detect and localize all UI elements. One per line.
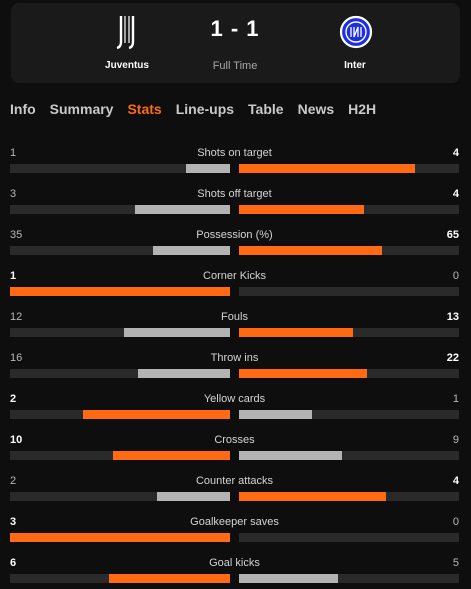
tab-h2h[interactable]: H2H — [348, 101, 376, 121]
inter-logo-icon[interactable] — [336, 12, 376, 52]
stat-away-value: 4 — [452, 147, 459, 159]
stat-home-bar-fill — [82, 410, 230, 419]
stat-away-bar-fill — [239, 492, 387, 501]
stat-label: Shots off target — [197, 188, 272, 200]
stat-row-throw-ins: 16 Throw ins 22 — [10, 349, 459, 390]
match-scorecard: 1 - 1 Juventus Full Time Inter — [11, 3, 460, 83]
stat-label: Possession (%) — [196, 229, 273, 241]
juventus-logo-icon[interactable] — [108, 12, 148, 52]
stat-away-bar-fill — [239, 164, 415, 173]
stat-label: Crosses — [214, 434, 255, 446]
stat-home-bar — [10, 451, 230, 460]
stat-row-goalkeeper-saves: 3 Goalkeeper saves 0 — [10, 513, 459, 554]
stat-row-counter-attacks: 2 Counter attacks 4 — [10, 472, 459, 513]
stat-home-bar-fill — [10, 287, 230, 296]
stat-home-bar — [10, 287, 230, 296]
stat-home-bar-fill — [10, 533, 230, 542]
stat-row-yellow-cards: 2 Yellow cards 1 — [10, 390, 459, 431]
stat-away-value: 1 — [452, 393, 459, 405]
tab-summary[interactable]: Summary — [50, 101, 114, 121]
stat-home-bar — [10, 492, 230, 501]
stat-label: Goal kicks — [209, 557, 260, 569]
home-team-name[interactable]: Juventus — [67, 60, 187, 71]
stat-away-bar-fill — [239, 451, 343, 460]
tab-news[interactable]: News — [298, 101, 335, 121]
tab-line-ups[interactable]: Line-ups — [176, 101, 234, 121]
tab-info[interactable]: Info — [10, 101, 36, 121]
stats-list: 1 Shots on target 4 3 Shots off target 4 35 Pos… — [10, 144, 459, 589]
home-score: 1 — [210, 16, 224, 41]
stat-away-bar-fill — [239, 574, 338, 583]
stat-away-bar-fill — [239, 369, 367, 378]
stat-away-value: 13 — [446, 311, 459, 323]
tab-table[interactable]: Table — [248, 101, 284, 121]
stat-label: Goalkeeper saves — [190, 516, 279, 528]
stat-home-bar — [10, 410, 230, 419]
score-separator: - — [223, 16, 247, 41]
stat-home-bar-fill — [135, 205, 230, 214]
stat-away-bar — [239, 205, 459, 214]
stat-row-possession: 35 Possession (%) 65 — [10, 226, 459, 267]
stat-away-bar-fill — [239, 205, 365, 214]
stat-label: Corner Kicks — [203, 270, 266, 282]
stat-away-bar-fill — [239, 410, 312, 419]
away-score: 1 — [246, 16, 260, 41]
stat-away-bar — [239, 328, 459, 337]
stat-home-bar — [10, 533, 230, 542]
match-score: 1 - 1 — [175, 16, 295, 42]
stat-away-bar-fill — [239, 246, 382, 255]
tab-stats[interactable]: Stats — [127, 101, 161, 121]
stat-home-bar — [10, 328, 230, 337]
stat-away-bar — [239, 369, 459, 378]
stat-home-bar-fill — [109, 574, 230, 583]
stat-home-bar — [10, 205, 230, 214]
stat-away-bar — [239, 451, 459, 460]
stat-away-bar — [239, 492, 459, 501]
stat-home-bar-fill — [186, 164, 230, 173]
stat-away-value: 9 — [452, 434, 459, 446]
stat-label: Fouls — [221, 311, 248, 323]
stat-away-bar — [239, 246, 459, 255]
stat-row-goal-kicks: 6 Goal kicks 5 — [10, 554, 459, 589]
stat-away-bar — [239, 533, 459, 542]
stat-away-value: 65 — [446, 229, 459, 241]
stat-away-bar — [239, 574, 459, 583]
stat-label: Counter attacks — [195, 475, 274, 487]
stat-home-bar — [10, 574, 230, 583]
stat-row-crosses: 10 Crosses 9 — [10, 431, 459, 472]
stat-row-shots-on-target: 1 Shots on target 4 — [10, 144, 459, 185]
stat-home-bar-fill — [113, 451, 230, 460]
stat-away-value: 0 — [452, 270, 459, 282]
stat-label: Throw ins — [210, 352, 259, 364]
stat-home-bar — [10, 246, 230, 255]
stat-label: Shots on target — [197, 147, 272, 159]
stat-home-bar — [10, 164, 230, 173]
stat-away-bar-fill — [239, 328, 354, 337]
stat-away-value: 22 — [446, 352, 459, 364]
stat-away-value: 4 — [452, 188, 459, 200]
stat-away-bar — [239, 410, 459, 419]
stat-home-bar-fill — [153, 246, 230, 255]
stat-home-bar-fill — [137, 369, 230, 378]
stat-away-value: 4 — [452, 475, 459, 487]
stat-home-bar — [10, 369, 230, 378]
stat-home-bar-fill — [157, 492, 230, 501]
match-status: Full Time — [212, 60, 258, 72]
stat-away-value: 0 — [452, 516, 459, 528]
stat-label: Yellow cards — [203, 393, 266, 405]
stat-row-fouls: 12 Fouls 13 — [10, 308, 459, 349]
stat-home-bar-fill — [124, 328, 230, 337]
stat-away-bar — [239, 164, 459, 173]
stat-row-shots-off-target: 3 Shots off target 4 — [10, 185, 459, 226]
stat-row-corner-kicks: 1 Corner Kicks 0 — [10, 267, 459, 308]
match-tabs: Info Summary Stats Line-ups Table News H2H — [10, 101, 376, 121]
stat-away-value: 5 — [452, 557, 459, 569]
stat-away-bar — [239, 287, 459, 296]
away-team-name[interactable]: Inter — [295, 60, 415, 71]
